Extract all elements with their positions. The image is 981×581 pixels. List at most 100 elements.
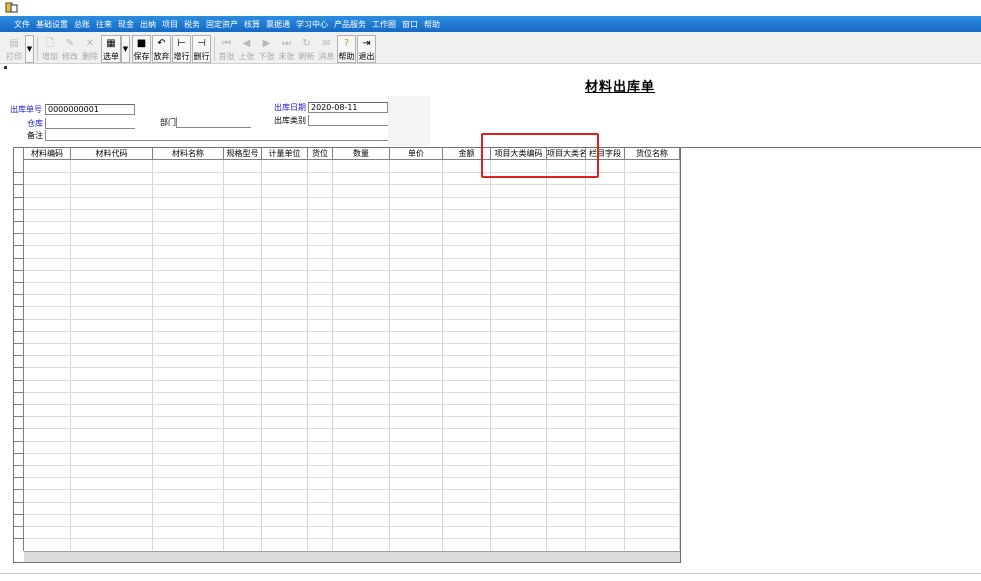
row-header-tick — [14, 269, 23, 271]
exit-button[interactable]: ⇥ 退出 — [357, 35, 376, 63]
delete-row-button[interactable]: ⊣ 删行 — [192, 35, 211, 63]
menu-item[interactable]: 项目 — [162, 19, 178, 30]
table-row[interactable] — [24, 330, 680, 332]
menu-item[interactable]: 票据通 — [266, 19, 290, 30]
menu-item[interactable]: 现金 — [118, 19, 134, 30]
column-header[interactable]: 数量 — [333, 148, 390, 160]
delete-button[interactable]: ✕ 删除 — [80, 35, 100, 63]
last-button[interactable]: ⏭ 末张 — [277, 35, 296, 63]
printer-icon: ▤ — [9, 38, 19, 49]
column-header[interactable]: 货位名称 — [625, 148, 680, 160]
menu-item[interactable]: 产品服务 — [334, 19, 366, 30]
save-button[interactable]: ■ 保存 — [132, 35, 151, 63]
print-button[interactable]: ▤ 打印 — [4, 35, 24, 63]
menu-item[interactable]: 税务 — [184, 19, 200, 30]
grid-top-border-extension — [681, 147, 981, 148]
refresh-button[interactable]: ↻ 刷新 — [297, 35, 316, 63]
next-button[interactable]: ▶ 下张 — [257, 35, 276, 63]
row-header-tick — [14, 538, 23, 540]
modify-button[interactable]: ✎ 修改 — [60, 35, 80, 63]
table-row[interactable] — [24, 526, 680, 527]
table-row[interactable] — [24, 501, 680, 503]
first-page-icon: ⏮ — [222, 38, 231, 49]
header-panel-background — [388, 96, 430, 146]
out-type-field[interactable] — [308, 115, 388, 126]
app-logo-icon — [5, 2, 18, 13]
prev-page-icon: ◀ — [242, 38, 251, 49]
table-row[interactable] — [24, 269, 680, 271]
column-header[interactable]: 材料编码 — [24, 148, 71, 160]
chevron-down-icon: ▼ — [122, 45, 129, 53]
table-row[interactable] — [24, 367, 680, 369]
first-button[interactable]: ⏮ 首张 — [217, 35, 236, 63]
menu-item[interactable]: 核算 — [244, 19, 260, 30]
menu-item[interactable]: 学习中心 — [296, 19, 328, 30]
table-row[interactable] — [24, 477, 680, 479]
menu-item[interactable]: 往来 — [96, 19, 112, 30]
date-field[interactable]: 2020-08-11 — [308, 102, 388, 113]
table-row[interactable] — [24, 416, 680, 418]
save-disk-icon: ■ — [136, 38, 147, 49]
table-row[interactable] — [24, 208, 680, 210]
column-header[interactable]: 货位 — [308, 148, 333, 160]
row-header-tick — [14, 196, 23, 198]
menu-item[interactable]: 帮助 — [424, 19, 440, 30]
table-row[interactable] — [24, 355, 680, 357]
menu-item[interactable]: 窗口 — [402, 19, 418, 30]
row-header-tick — [14, 294, 23, 296]
exit-label: 退出 — [358, 52, 375, 61]
table-row[interactable] — [24, 489, 680, 491]
table-row[interactable] — [24, 318, 680, 320]
column-header[interactable]: 单价 — [390, 148, 443, 160]
table-row[interactable] — [24, 391, 680, 393]
table-row[interactable] — [24, 306, 680, 308]
row-header-tick — [14, 221, 23, 222]
select-doc-dropdown[interactable]: ▼ — [121, 35, 130, 63]
table-row[interactable] — [24, 245, 680, 247]
add-row-button[interactable]: ⊢ 增行 — [172, 35, 191, 63]
message-button[interactable]: ✉ 消息 — [317, 35, 336, 63]
column-header[interactable]: 规格型号 — [224, 148, 262, 160]
select-doc-button[interactable]: ▦ 选单 — [101, 35, 121, 63]
table-row[interactable] — [24, 452, 680, 454]
column-header[interactable]: 计量单位 — [262, 148, 308, 160]
table-row[interactable] — [24, 257, 680, 259]
discard-button[interactable]: ↶ 放弃 — [152, 35, 171, 63]
prev-button[interactable]: ◀ 上张 — [237, 35, 256, 63]
table-row[interactable] — [24, 184, 680, 186]
dept-field[interactable] — [176, 117, 251, 128]
print-dropdown[interactable]: ▼ — [25, 35, 34, 63]
table-row[interactable] — [24, 196, 680, 198]
doc-no-label: 出库单号 — [10, 105, 42, 114]
menu-item[interactable]: 工作圈 — [372, 19, 396, 30]
add-row-label: 增行 — [173, 52, 190, 61]
table-row[interactable] — [24, 513, 680, 515]
table-row[interactable] — [24, 465, 680, 466]
menu-item[interactable]: 出纳 — [140, 19, 156, 30]
material-grid[interactable]: 材料编码材料代码材料名称规格型号计量单位货位数量单价金额项目大类编码项目大类名称… — [13, 147, 681, 563]
doc-no-field[interactable]: 0000000001 — [45, 104, 135, 115]
menu-item[interactable]: 文件 — [14, 19, 30, 30]
table-row[interactable] — [24, 221, 680, 222]
remark-field[interactable] — [45, 130, 388, 141]
column-header[interactable]: 材料代码 — [71, 148, 153, 160]
warehouse-field[interactable] — [45, 118, 135, 129]
column-header[interactable]: 材料名称 — [153, 148, 224, 160]
table-row[interactable] — [24, 343, 680, 344]
menu-item[interactable]: 总账 — [74, 19, 90, 30]
table-row[interactable] — [24, 379, 680, 381]
add-button[interactable]: 🗋 增加 — [40, 35, 60, 63]
table-row[interactable] — [24, 282, 680, 283]
table-row[interactable] — [24, 440, 680, 442]
table-row[interactable] — [24, 428, 680, 430]
remark-label: 备注 — [27, 131, 43, 140]
menu-item[interactable]: 基础设置 — [36, 19, 68, 30]
table-row[interactable] — [24, 538, 680, 540]
help-button[interactable]: ? 帮助 — [337, 35, 356, 63]
menu-item[interactable]: 固定资产 — [206, 19, 238, 30]
last-page-icon: ⏭ — [282, 38, 291, 49]
table-row[interactable] — [24, 233, 680, 235]
table-row[interactable] — [24, 294, 680, 296]
table-row[interactable] — [24, 404, 680, 405]
row-header-tick — [14, 416, 23, 418]
